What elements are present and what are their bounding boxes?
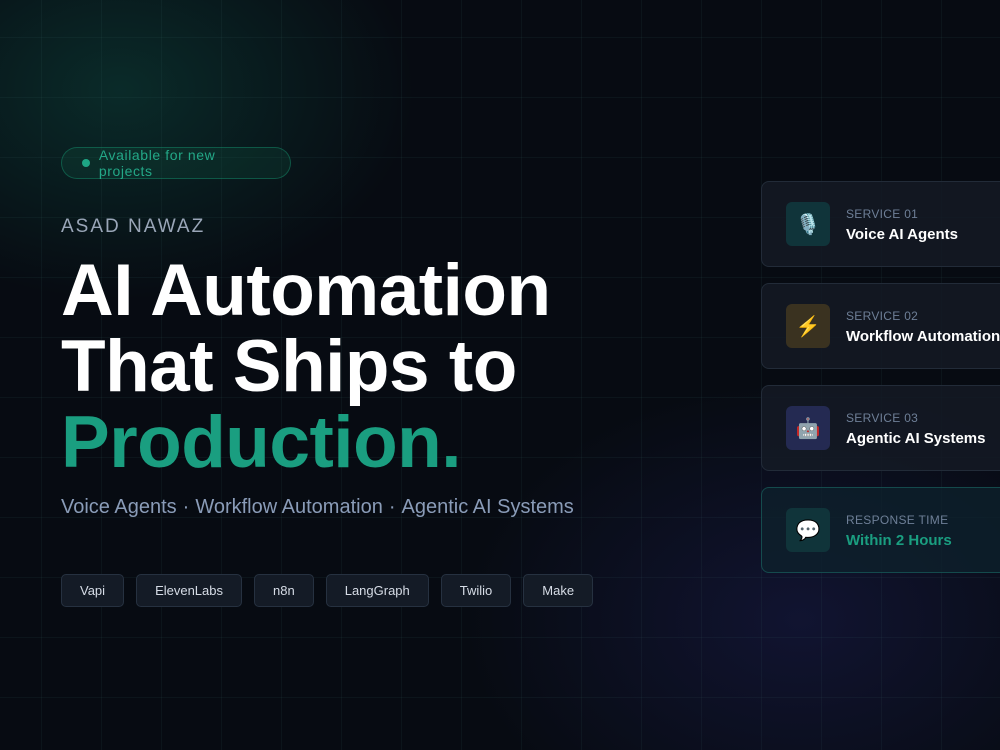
subtitle-separator: · bbox=[182, 496, 190, 518]
service-label: SERVICE 03 bbox=[846, 411, 919, 425]
response-time-card: 💬 RESPONSE TIME Within 2 Hours bbox=[761, 487, 1000, 573]
service-title: Agentic AI Systems bbox=[846, 430, 986, 447]
service-label: SERVICE 01 bbox=[846, 207, 919, 221]
subtitle-item: Workflow Automation bbox=[195, 496, 383, 518]
availability-text: Available for new projects bbox=[98, 147, 216, 179]
hero-section: Available for new projects ASAD NAWAZ AI… bbox=[0, 0, 1000, 750]
response-label: RESPONSE TIME bbox=[846, 513, 949, 527]
availability-badge: Available for new projects bbox=[61, 147, 291, 179]
headline-line-3: Production. bbox=[61, 402, 462, 483]
headline: AI Automation That Ships to Production. bbox=[61, 253, 551, 481]
subtitle: Voice Agents · Workflow Automation · Agentic… bbox=[61, 496, 574, 519]
service-cards: 🎙️ SERVICE 01 Voice AI Agents ⚡ SERVICE … bbox=[761, 181, 1000, 589]
chat-bubble-icon: 💬 bbox=[786, 508, 830, 552]
tag-langgraph: LangGraph bbox=[325, 574, 429, 607]
tag-n8n: n8n bbox=[254, 574, 314, 607]
subtitle-item: Voice Agents bbox=[61, 496, 177, 518]
service-title: Voice AI Agents bbox=[846, 226, 958, 243]
subtitle-item: Agentic AI Systems bbox=[401, 496, 574, 518]
service-card-workflow[interactable]: ⚡ SERVICE 02 Workflow Automation bbox=[761, 283, 1000, 369]
subtitle-separator: · bbox=[388, 496, 396, 518]
profile-name: ASAD NAWAZ bbox=[61, 216, 206, 237]
service-label: SERVICE 02 bbox=[846, 309, 919, 323]
robot-icon: 🤖 bbox=[786, 406, 830, 450]
headline-line-1: AI Automation bbox=[61, 250, 551, 331]
tech-tags: Vapi ElevenLabs n8n LangGraph Twilio Mak… bbox=[61, 574, 594, 607]
tag-elevenlabs: ElevenLabs bbox=[136, 574, 243, 607]
tag-twilio: Twilio bbox=[440, 574, 512, 607]
service-card-agentic[interactable]: 🤖 SERVICE 03 Agentic AI Systems bbox=[761, 385, 1000, 471]
headline-line-2: That Ships to bbox=[61, 326, 517, 407]
tag-make: Make bbox=[523, 574, 594, 607]
service-title: Workflow Automation bbox=[846, 328, 1000, 345]
microphone-icon: 🎙️ bbox=[786, 202, 830, 246]
lightning-icon: ⚡ bbox=[786, 304, 830, 348]
tag-vapi: Vapi bbox=[61, 574, 125, 607]
status-dot-icon bbox=[82, 159, 90, 167]
response-value: Within 2 Hours bbox=[846, 532, 952, 549]
service-card-voice-ai[interactable]: 🎙️ SERVICE 01 Voice AI Agents bbox=[761, 181, 1000, 267]
